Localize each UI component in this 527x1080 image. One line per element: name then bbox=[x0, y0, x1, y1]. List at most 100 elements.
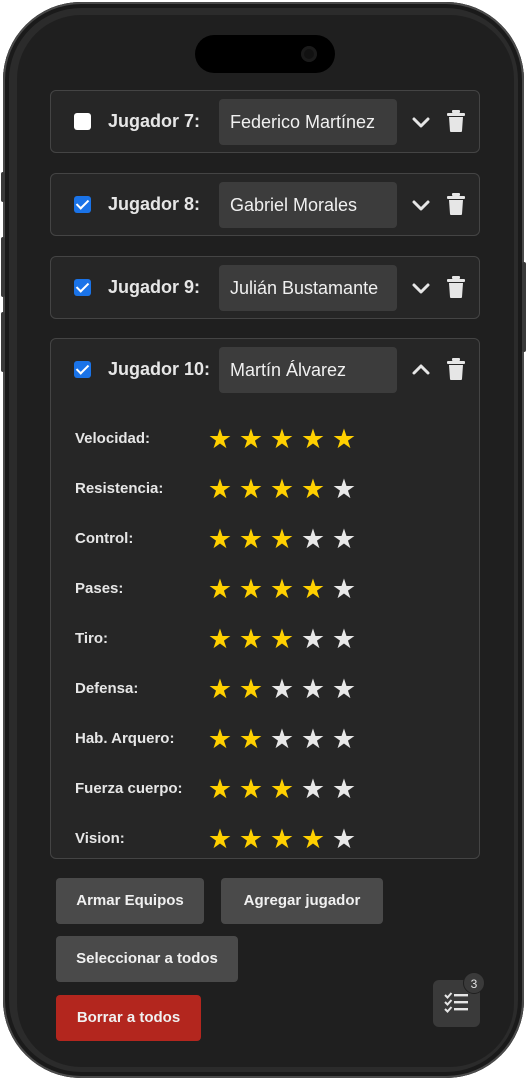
player-checkbox[interactable] bbox=[74, 113, 91, 130]
star-icon[interactable]: ★ bbox=[268, 474, 296, 504]
attribute-row: Defensa: ★ ★ ★ ★ ★ bbox=[51, 674, 481, 704]
player-name-input[interactable]: Martín Álvarez bbox=[219, 347, 397, 393]
borrar-todos-button[interactable]: Borrar a todos bbox=[56, 995, 201, 1041]
trash-icon[interactable] bbox=[447, 193, 465, 215]
star-icon[interactable]: ★ bbox=[206, 824, 234, 854]
attribute-label: Velocidad: bbox=[75, 430, 151, 447]
player-card-header: Jugador 9: Julián Bustamante bbox=[51, 257, 481, 319]
star-icon[interactable]: ★ bbox=[237, 524, 265, 554]
star-icon[interactable]: ★ bbox=[268, 674, 296, 704]
star-icon[interactable]: ★ bbox=[237, 474, 265, 504]
player-card: Jugador 8: Gabriel Morales bbox=[50, 173, 480, 236]
side-button bbox=[1, 237, 5, 297]
player-card-expanded: Jugador 10: Martín Álvarez Velocidad: ★ ★ ★… bbox=[50, 338, 480, 859]
chevron-down-icon[interactable] bbox=[411, 278, 431, 298]
player-name-input[interactable]: Federico Martínez bbox=[219, 99, 397, 145]
app-screen: Jugador 7: Federico Martínez Jugador 8: … bbox=[17, 15, 514, 1067]
star-icon[interactable]: ★ bbox=[206, 574, 234, 604]
trash-icon[interactable] bbox=[447, 358, 465, 380]
side-button bbox=[1, 172, 5, 202]
attribute-row: Vision: ★ ★ ★ ★ ★ bbox=[51, 824, 481, 854]
trash-icon[interactable] bbox=[447, 276, 465, 298]
attribute-row: Control: ★ ★ ★ ★ ★ bbox=[51, 524, 481, 554]
camera-icon bbox=[301, 46, 317, 62]
star-icon[interactable]: ★ bbox=[206, 674, 234, 704]
attribute-row: Tiro: ★ ★ ★ ★ ★ bbox=[51, 624, 481, 654]
star-icon[interactable]: ★ bbox=[299, 474, 327, 504]
star-icon[interactable]: ★ bbox=[299, 674, 327, 704]
star-icon[interactable]: ★ bbox=[206, 524, 234, 554]
star-icon[interactable]: ★ bbox=[206, 724, 234, 754]
side-button bbox=[522, 262, 526, 352]
star-icon[interactable]: ★ bbox=[330, 624, 358, 654]
star-icon[interactable]: ★ bbox=[330, 674, 358, 704]
player-card: Jugador 7: Federico Martínez bbox=[50, 90, 480, 153]
trash-icon[interactable] bbox=[447, 110, 465, 132]
dynamic-island bbox=[195, 35, 335, 73]
star-icon[interactable]: ★ bbox=[268, 624, 296, 654]
star-icon[interactable]: ★ bbox=[299, 424, 327, 454]
attribute-label: Resistencia: bbox=[75, 480, 164, 497]
attribute-label: Defensa: bbox=[75, 680, 139, 697]
star-icon[interactable]: ★ bbox=[299, 524, 327, 554]
star-icon[interactable]: ★ bbox=[330, 574, 358, 604]
star-icon[interactable]: ★ bbox=[268, 424, 296, 454]
attribute-label: Tiro: bbox=[75, 630, 109, 647]
star-icon[interactable]: ★ bbox=[268, 774, 296, 804]
star-icon[interactable]: ★ bbox=[237, 724, 265, 754]
player-card-header: Jugador 7: Federico Martínez bbox=[51, 91, 481, 153]
star-icon[interactable]: ★ bbox=[237, 624, 265, 654]
attribute-label: Hab. Arquero: bbox=[75, 730, 175, 747]
attribute-label: Fuerza cuerpo: bbox=[75, 780, 183, 797]
player-label: Jugador 9: bbox=[108, 277, 201, 297]
star-icon[interactable]: ★ bbox=[268, 724, 296, 754]
star-icon[interactable]: ★ bbox=[268, 524, 296, 554]
star-icon[interactable]: ★ bbox=[299, 774, 327, 804]
player-card-header: Jugador 8: Gabriel Morales bbox=[51, 174, 481, 236]
attribute-label: Pases: bbox=[75, 580, 124, 597]
star-icon[interactable]: ★ bbox=[330, 824, 358, 854]
star-icon[interactable]: ★ bbox=[206, 474, 234, 504]
star-icon[interactable]: ★ bbox=[330, 524, 358, 554]
star-icon[interactable]: ★ bbox=[268, 574, 296, 604]
star-icon[interactable]: ★ bbox=[330, 774, 358, 804]
attribute-row: Resistencia: ★ ★ ★ ★ ★ bbox=[51, 474, 481, 504]
chevron-down-icon[interactable] bbox=[411, 112, 431, 132]
attribute-row: Velocidad: ★ ★ ★ ★ ★ bbox=[51, 424, 481, 454]
phone-frame: Jugador 7: Federico Martínez Jugador 8: … bbox=[1, 2, 526, 1078]
attribute-row: Fuerza cuerpo: ★ ★ ★ ★ ★ bbox=[51, 774, 481, 804]
armar-equipos-button[interactable]: Armar Equipos bbox=[56, 878, 204, 924]
side-button bbox=[1, 312, 5, 372]
star-icon[interactable]: ★ bbox=[330, 724, 358, 754]
star-icon[interactable]: ★ bbox=[206, 774, 234, 804]
seleccionar-todos-button[interactable]: Seleccionar a todos bbox=[56, 936, 238, 982]
player-checkbox[interactable] bbox=[74, 361, 91, 378]
attribute-label: Control: bbox=[75, 530, 134, 547]
agregar-jugador-button[interactable]: Agregar jugador bbox=[221, 878, 383, 924]
star-icon[interactable]: ★ bbox=[330, 424, 358, 454]
player-card-header: Jugador 10: Martín Álvarez bbox=[51, 339, 481, 401]
star-icon[interactable]: ★ bbox=[299, 824, 327, 854]
star-icon[interactable]: ★ bbox=[237, 424, 265, 454]
player-label: Jugador 7: bbox=[108, 111, 201, 131]
chevron-up-icon[interactable] bbox=[411, 360, 431, 380]
star-icon[interactable]: ★ bbox=[268, 824, 296, 854]
star-icon[interactable]: ★ bbox=[237, 674, 265, 704]
attribute-row: Pases: ★ ★ ★ ★ ★ bbox=[51, 574, 481, 604]
player-name-input[interactable]: Gabriel Morales bbox=[219, 182, 397, 228]
star-icon[interactable]: ★ bbox=[237, 574, 265, 604]
star-icon[interactable]: ★ bbox=[206, 624, 234, 654]
star-icon[interactable]: ★ bbox=[237, 774, 265, 804]
player-name-input[interactable]: Julián Bustamante bbox=[219, 265, 397, 311]
star-icon[interactable]: ★ bbox=[299, 624, 327, 654]
attribute-row: Hab. Arquero: ★ ★ ★ ★ ★ bbox=[51, 724, 481, 754]
player-checkbox[interactable] bbox=[74, 196, 91, 213]
star-icon[interactable]: ★ bbox=[237, 824, 265, 854]
star-icon[interactable]: ★ bbox=[206, 424, 234, 454]
chevron-down-icon[interactable] bbox=[411, 195, 431, 215]
star-icon[interactable]: ★ bbox=[330, 474, 358, 504]
star-icon[interactable]: ★ bbox=[299, 724, 327, 754]
selected-count-badge: 3 bbox=[463, 972, 485, 994]
star-icon[interactable]: ★ bbox=[299, 574, 327, 604]
player-checkbox[interactable] bbox=[74, 279, 91, 296]
